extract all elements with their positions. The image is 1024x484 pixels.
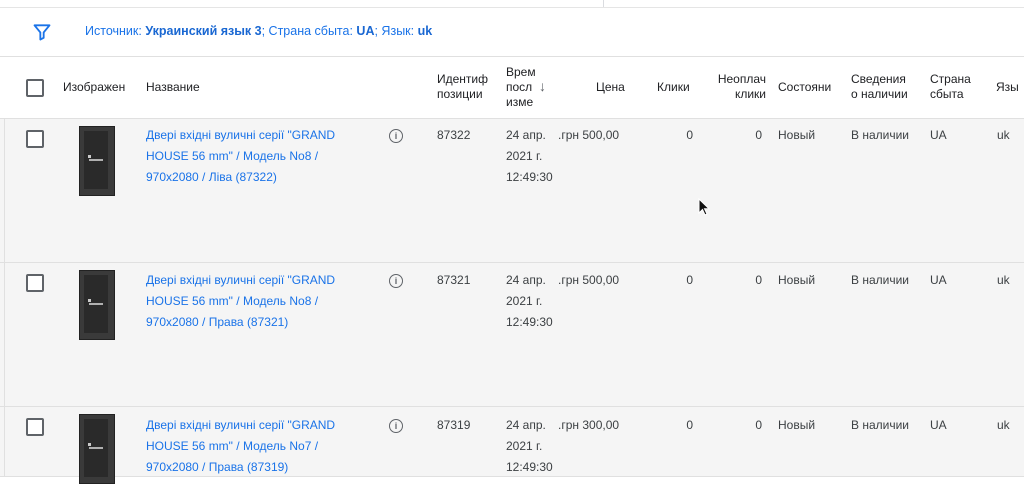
product-name-link[interactable]: Двері вхідні вуличні серії "GRAND HOUSE … [146, 270, 356, 333]
product-name-link[interactable]: Двері вхідні вуличні серії "GRAND HOUSE … [146, 125, 356, 188]
col-country-header[interactable]: Страна сбыта [930, 72, 971, 102]
status: Новый [778, 418, 816, 432]
filter-country-label: ; Страна сбыта: [261, 24, 357, 38]
table-left-border [4, 118, 5, 476]
updated-date: 24 апр. [506, 273, 546, 287]
updated-time: 12:49:30 [506, 315, 553, 329]
product-name-link[interactable]: Двері вхідні вуличні серії "GRAND HOUSE … [146, 415, 356, 478]
col-price-header[interactable]: Цена [596, 80, 625, 95]
info-icon[interactable]: i [389, 129, 403, 143]
updated-date: 24 апр. [506, 128, 546, 142]
product-thumbnail[interactable] [79, 414, 115, 484]
product-thumbnail[interactable] [79, 270, 115, 340]
country: UA [930, 128, 947, 142]
status: Новый [778, 273, 816, 287]
filter-country-value: UA [356, 24, 375, 38]
filter-bar: Источник: Украинский язык 3; Страна сбыт… [0, 8, 1024, 57]
filter-source-value: Украинский язык 3 [145, 24, 262, 38]
col-item-id-header[interactable]: Идентиф позиции [437, 72, 493, 102]
updated-time: 12:49:30 [506, 170, 553, 184]
row-checkbox[interactable] [26, 418, 44, 436]
row-checkbox[interactable] [26, 130, 44, 148]
clicks: 0 [686, 273, 693, 287]
info-icon[interactable]: i [389, 419, 403, 433]
country: UA [930, 418, 947, 432]
table-row: Двері вхідні вуличні серії "GRAND HOUSE … [0, 263, 1024, 407]
filter-source-label: Источник: [85, 24, 146, 38]
col-availability-header[interactable]: Сведения о наличии [851, 72, 908, 102]
item-id: 87319 [437, 418, 471, 432]
col-unpaid-clicks-header[interactable]: Неоплач клики [710, 72, 766, 102]
row-checkbox[interactable] [26, 274, 44, 292]
table-row: Двері вхідні вуличні серії "GRAND HOUSE … [0, 407, 1024, 484]
table-row: Двері вхідні вуличні серії "GRAND HOUSE … [0, 119, 1024, 263]
updated-year: 2021 г. [506, 149, 543, 163]
select-all-checkbox[interactable] [26, 79, 44, 97]
updated-time: 12:49:30 [506, 460, 553, 474]
col-updated-header[interactable]: Врем посл изме [506, 65, 536, 110]
unpaid-clicks: 0 [755, 418, 762, 432]
product-thumbnail[interactable] [79, 126, 115, 196]
item-id: 87322 [437, 128, 471, 142]
table-header: Изображен Название Идентиф позиции Врем … [0, 57, 1024, 119]
availability: В наличии [851, 273, 910, 287]
filter-language-value: uk [417, 24, 433, 38]
item-id: 87321 [437, 273, 471, 287]
col-image-header[interactable]: Изображен [63, 80, 125, 95]
language: uk [997, 418, 1010, 432]
col-language-header[interactable]: Язы [996, 80, 1024, 95]
price: 300,00 грн. [558, 418, 620, 432]
availability: В наличии [851, 128, 910, 142]
price: 500,00 грн. [558, 273, 620, 287]
col-clicks-header[interactable]: Клики [657, 80, 690, 95]
mouse-pointer-icon [698, 198, 711, 216]
sort-arrow-down-icon[interactable]: ↓ [539, 79, 546, 94]
col-status-header[interactable]: Состояни [778, 80, 836, 95]
country: UA [930, 273, 947, 287]
price: 500,00 грн. [558, 128, 620, 142]
col-name-header[interactable]: Название [146, 80, 200, 95]
filter-language-label: ; Язык: [374, 24, 418, 38]
status: Новый [778, 128, 816, 142]
top-strip [0, 0, 1024, 8]
unpaid-clicks: 0 [755, 273, 762, 287]
clicks: 0 [686, 128, 693, 142]
language: uk [997, 128, 1010, 142]
language: uk [997, 273, 1010, 287]
filter-icon[interactable] [32, 22, 52, 42]
top-divider [603, 0, 604, 7]
updated-date: 24 апр. [506, 418, 546, 432]
availability: В наличии [851, 418, 910, 432]
updated-year: 2021 г. [506, 294, 543, 308]
info-icon[interactable]: i [389, 274, 403, 288]
clicks: 0 [686, 418, 693, 432]
filter-summary[interactable]: Источник: Украинский язык 3; Страна сбыт… [85, 24, 432, 38]
unpaid-clicks: 0 [755, 128, 762, 142]
updated-year: 2021 г. [506, 439, 543, 453]
